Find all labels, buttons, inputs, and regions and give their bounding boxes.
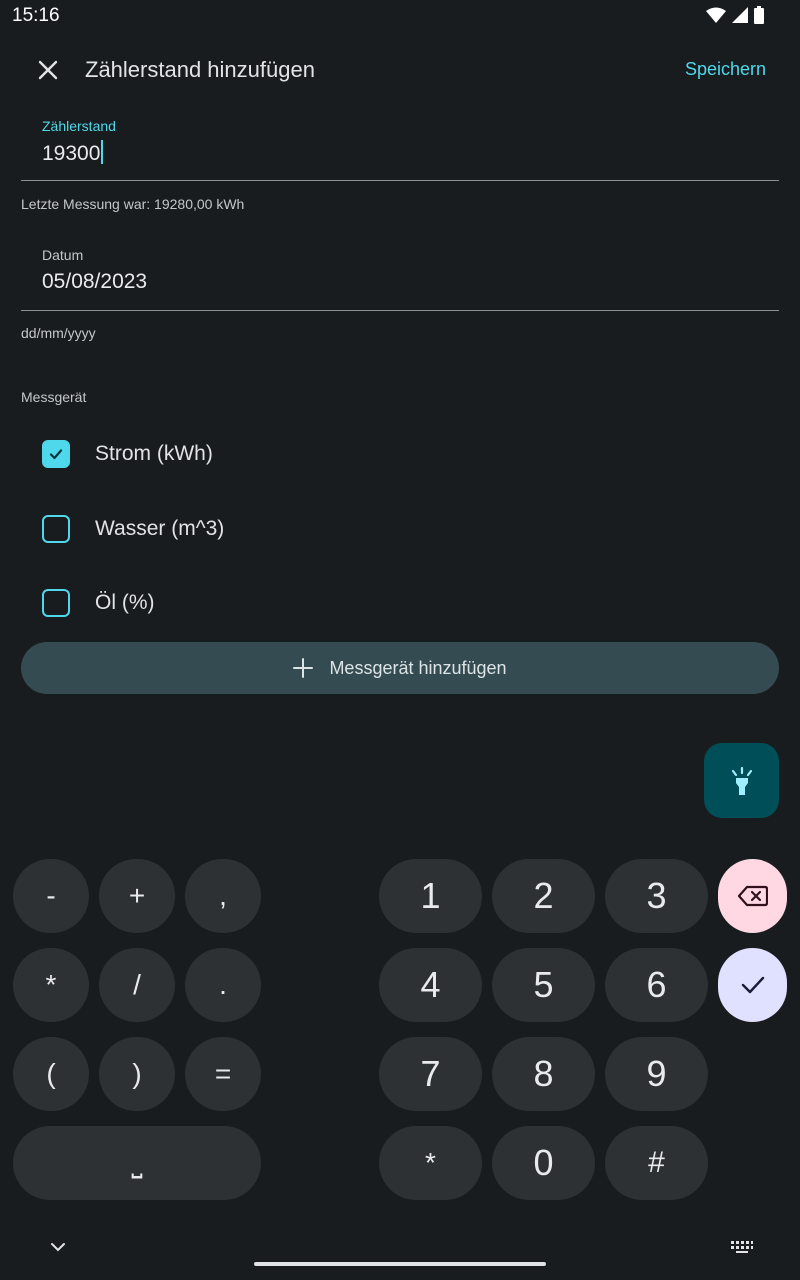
key-hash[interactable]: # <box>605 1126 708 1200</box>
reading-field-value: 19300 <box>42 142 101 165</box>
key-2[interactable]: 2 <box>492 859 595 933</box>
numeric-keyboard: - + , * / . ( ) = ⎵ 1 2 3 4 5 6 7 8 9 * … <box>0 840 800 1280</box>
key-period[interactable]: . <box>185 948 261 1022</box>
add-device-label: Messgerät hinzufügen <box>329 657 507 678</box>
text-cursor <box>101 140 104 164</box>
key-7[interactable]: 7 <box>379 1037 482 1111</box>
device-checkbox[interactable] <box>42 440 70 468</box>
keyboard-switch-button[interactable] <box>728 1238 756 1256</box>
flashlight-icon <box>731 766 752 795</box>
device-checkbox[interactable] <box>42 589 70 617</box>
key-label: 9 <box>646 1053 667 1094</box>
device-checkbox-row-wasser[interactable]: Wasser (m^3) <box>42 515 224 543</box>
key-9[interactable]: 9 <box>605 1037 708 1111</box>
backspace-icon <box>737 885 768 907</box>
date-field-label: Datum <box>42 247 84 263</box>
flashlight-button[interactable] <box>704 743 779 818</box>
reading-field[interactable]: Zählerstand 19300 <box>21 110 779 182</box>
key-space[interactable]: ⎵ <box>13 1126 261 1200</box>
key-1[interactable]: 1 <box>379 859 482 933</box>
reading-field-helper: Letzte Messung war: 19280,00 kWh <box>21 196 245 212</box>
date-field-helper: dd/mm/yyyy <box>21 325 96 341</box>
backspace-key[interactable] <box>718 859 787 933</box>
key-label: ( <box>46 1058 56 1089</box>
key-plus[interactable]: + <box>99 859 175 933</box>
key-8[interactable]: 8 <box>492 1037 595 1111</box>
device-label: Öl (%) <box>95 591 155 614</box>
key-comma[interactable]: , <box>185 859 261 933</box>
add-device-button[interactable]: Messgerät hinzufügen <box>21 642 779 694</box>
key-equals[interactable]: = <box>185 1037 261 1111</box>
key-open-paren[interactable]: ( <box>13 1037 89 1111</box>
status-icons <box>706 6 764 24</box>
page-title: Zählerstand hinzufügen <box>85 57 315 82</box>
device-label: Strom (kWh) <box>95 442 213 465</box>
key-minus[interactable]: - <box>13 859 89 933</box>
key-label: # <box>648 1146 665 1179</box>
key-label: 6 <box>646 964 667 1005</box>
date-field-underline <box>21 310 779 311</box>
save-button[interactable]: Speichern <box>685 59 766 80</box>
key-close-paren[interactable]: ) <box>99 1037 175 1111</box>
plus-icon <box>293 658 314 678</box>
device-checkbox[interactable] <box>42 515 70 543</box>
signal-icon <box>732 7 748 23</box>
key-label: 8 <box>533 1053 554 1094</box>
keyboard-icon <box>731 1241 753 1253</box>
key-5[interactable]: 5 <box>492 948 595 1022</box>
key-label: 2 <box>533 875 554 916</box>
close-icon <box>38 60 58 80</box>
device-checkbox-row-strom[interactable]: Strom (kWh) <box>42 440 213 468</box>
key-3[interactable]: 3 <box>605 859 708 933</box>
check-icon <box>741 976 764 994</box>
wifi-icon <box>706 7 726 23</box>
key-4[interactable]: 4 <box>379 948 482 1022</box>
key-label: 1 <box>420 875 441 916</box>
key-label: * <box>45 969 57 1000</box>
key-label: / <box>133 969 141 1000</box>
device-section-label: Messgerät <box>21 389 87 405</box>
key-label: . <box>219 969 227 1000</box>
key-label: ⎵ <box>131 1147 143 1178</box>
check-icon <box>49 449 63 460</box>
reading-field-value-wrap: 19300 <box>42 140 104 166</box>
key-label: 4 <box>420 964 441 1005</box>
key-asterisk[interactable]: * <box>13 948 89 1022</box>
date-field-value: 05/08/2023 <box>42 270 148 293</box>
key-0[interactable]: 0 <box>492 1126 595 1200</box>
key-label: 5 <box>533 964 554 1005</box>
key-slash[interactable]: / <box>99 948 175 1022</box>
key-label: - <box>46 880 56 911</box>
key-label: + <box>128 880 146 911</box>
key-label: = <box>214 1058 232 1089</box>
chevron-down-icon <box>51 1243 65 1252</box>
key-label: ) <box>132 1058 142 1089</box>
key-label: , <box>219 880 227 911</box>
status-time: 15:16 <box>12 5 60 26</box>
key-label: 7 <box>420 1053 441 1094</box>
date-field[interactable]: Datum 05/08/2023 <box>21 240 779 310</box>
reading-field-underline <box>21 180 779 181</box>
key-label: * <box>425 1147 436 1178</box>
device-label: Wasser (m^3) <box>95 517 225 540</box>
enter-key[interactable] <box>718 948 787 1022</box>
key-label: 0 <box>533 1142 554 1183</box>
battery-icon <box>754 6 764 24</box>
navigation-handle[interactable] <box>254 1262 546 1266</box>
key-label: 3 <box>646 875 667 916</box>
key-star[interactable]: * <box>379 1126 482 1200</box>
hide-keyboard-button[interactable] <box>46 1238 70 1256</box>
close-button[interactable] <box>32 54 64 86</box>
device-checkbox-row-oel[interactable]: Öl (%) <box>42 589 155 617</box>
key-6[interactable]: 6 <box>605 948 708 1022</box>
reading-field-label: Zählerstand <box>42 118 116 134</box>
